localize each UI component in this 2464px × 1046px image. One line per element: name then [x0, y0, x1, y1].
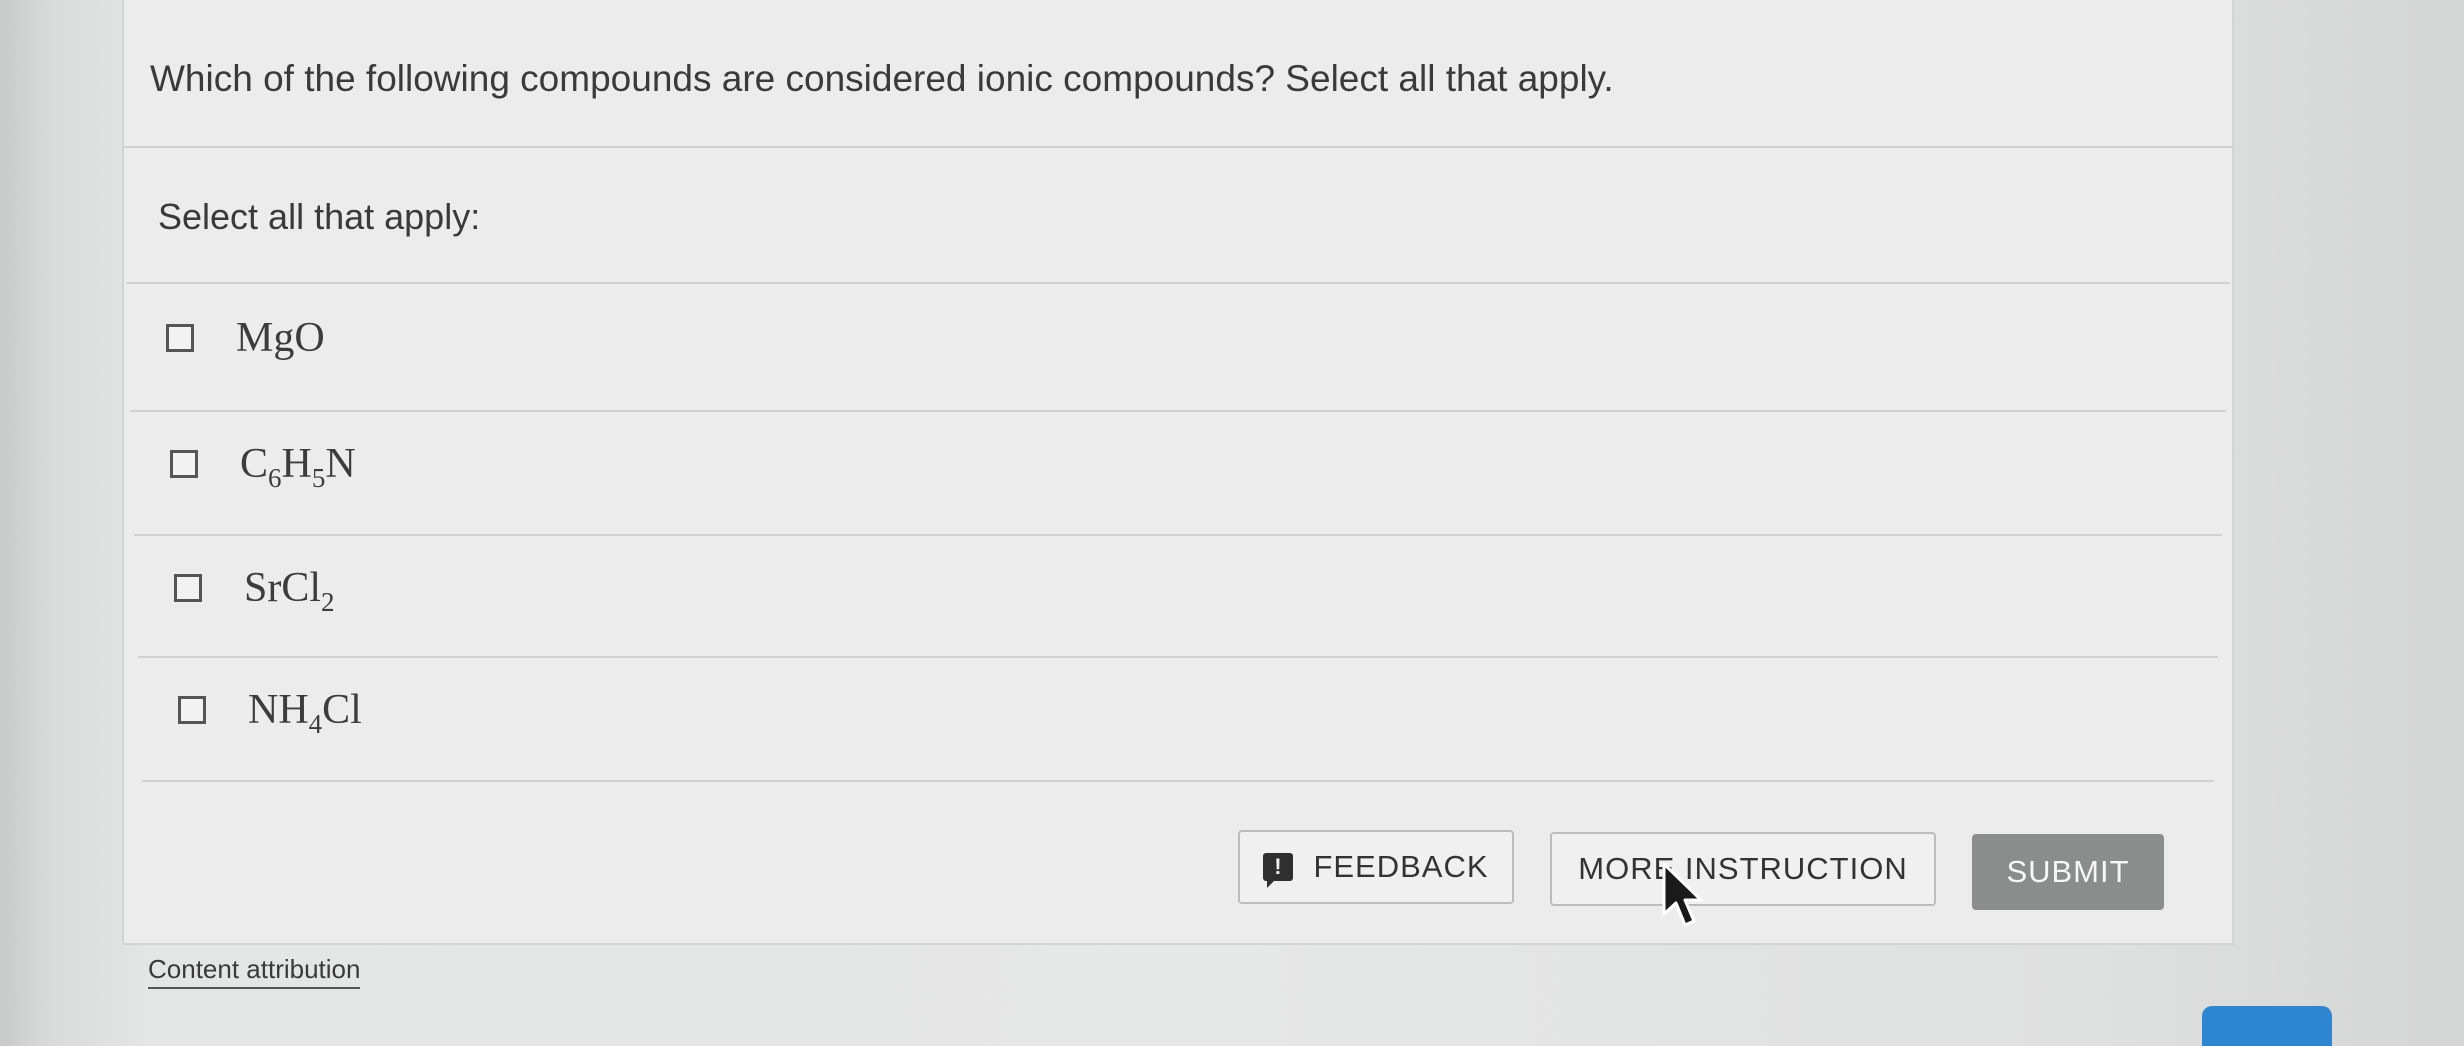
checkbox[interactable] — [170, 450, 198, 478]
option-label: C6H5N — [240, 441, 356, 493]
question-text: Which of the following compounds are con… — [150, 58, 1614, 99]
subscript: 5 — [311, 463, 326, 493]
corner-button[interactable] — [2202, 1006, 2332, 1046]
subscript: 4 — [308, 709, 323, 739]
divider — [130, 410, 2226, 412]
option-label: SrCl2 — [244, 565, 335, 617]
submit-button[interactable]: SUBMIT — [1972, 834, 2164, 910]
option-mgo[interactable]: MgO — [166, 314, 325, 362]
divider — [126, 282, 2230, 284]
feedback-button[interactable]: ! FEEDBACK — [1238, 830, 1514, 904]
submit-label: SUBMIT — [2006, 854, 2130, 889]
more-instruction-button[interactable]: MORE INSTRUCTION — [1550, 832, 1936, 906]
option-c6h5n[interactable]: C6H5N — [170, 440, 356, 493]
subscript: 6 — [268, 463, 282, 493]
option-label: NH4Cl — [248, 687, 362, 739]
feedback-icon: ! — [1263, 853, 1294, 888]
checkbox[interactable] — [174, 574, 202, 602]
divider — [134, 534, 2222, 536]
feedback-label: FEEDBACK — [1313, 849, 1489, 884]
checkbox[interactable] — [178, 696, 206, 724]
select-all-label: Select all that apply: — [158, 196, 481, 237]
content-attribution-link[interactable]: Content attribution — [148, 954, 361, 989]
divider — [142, 780, 2214, 782]
mouse-pointer-icon — [1662, 862, 1703, 927]
divider — [122, 146, 2234, 148]
question-panel — [122, 0, 2234, 945]
option-nh4cl[interactable]: NH4Cl — [178, 686, 362, 739]
divider — [138, 656, 2218, 658]
option-srcl2[interactable]: SrCl2 — [174, 564, 335, 617]
option-label: MgO — [236, 315, 325, 361]
checkbox[interactable] — [166, 324, 194, 352]
subscript: 2 — [321, 587, 335, 617]
more-instruction-label: MORE INSTRUCTION — [1578, 851, 1908, 886]
